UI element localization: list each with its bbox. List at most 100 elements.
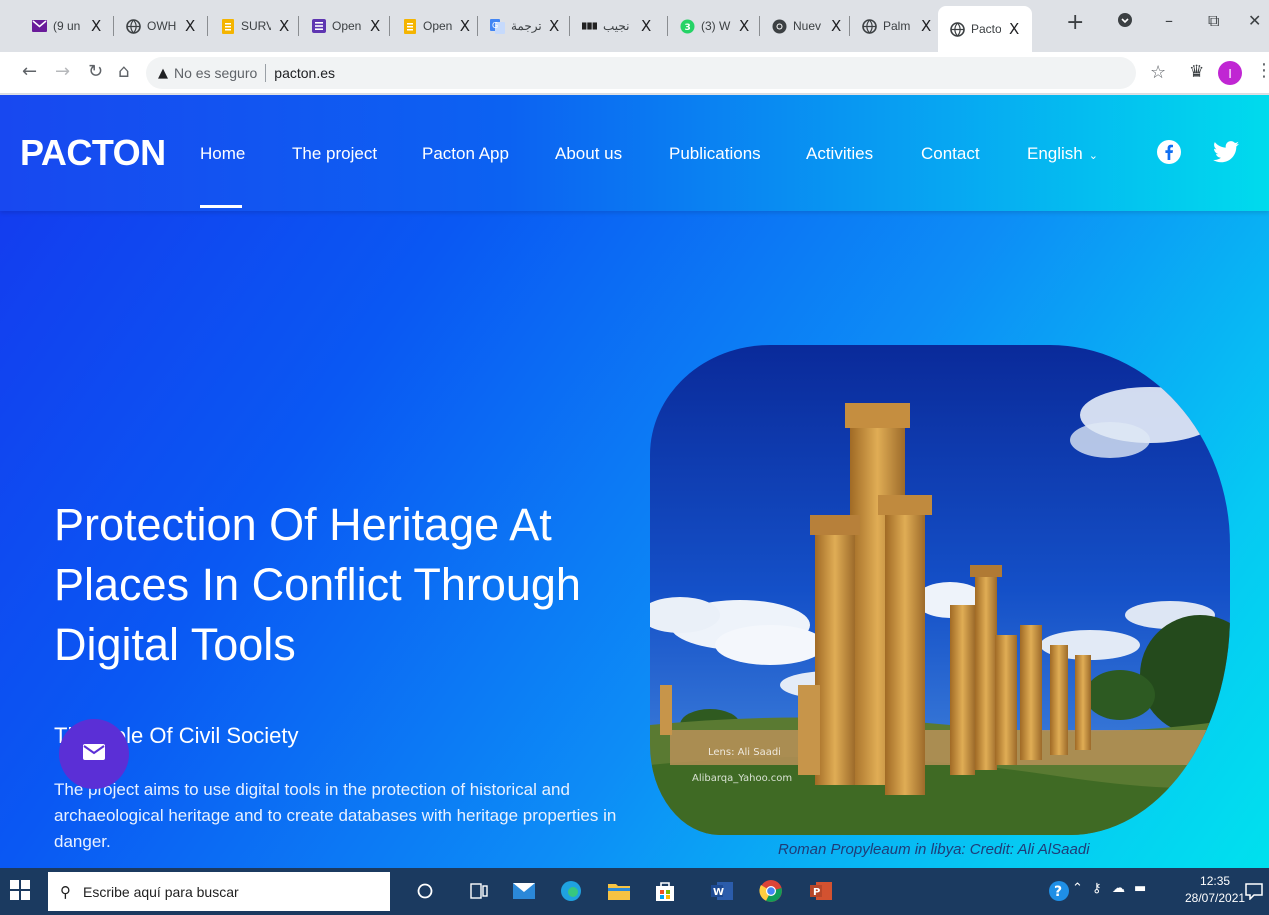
minimize-icon[interactable]: – [1165, 11, 1173, 30]
help-icon[interactable]: ? [1045, 877, 1073, 905]
hero-title: Protection Of Heritage At Places In Conf… [54, 499, 581, 670]
website-viewport: PACTON Home The project Pacton App About… [0, 95, 1269, 868]
tab-gmail[interactable]: (9 un X [20, 8, 110, 44]
facebook-icon[interactable] [1155, 138, 1183, 166]
file-explorer-icon[interactable] [605, 877, 633, 905]
tab-title: ترجمة [511, 19, 541, 33]
url-text[interactable]: pacton.es [274, 65, 335, 81]
bookmark-star-icon[interactable]: ☆ [1150, 62, 1166, 83]
nav-contact[interactable]: Contact [921, 144, 980, 164]
store-icon[interactable] [651, 877, 679, 905]
menu-kebab-icon[interactable]: ⋮ [1255, 60, 1269, 81]
active-nav-indicator [200, 205, 242, 208]
window-close-icon[interactable]: ✕ [1248, 11, 1261, 30]
windows-start-icon[interactable] [10, 880, 30, 905]
tab-survey[interactable]: SURV X [208, 8, 298, 44]
nav-about-us[interactable]: About us [555, 144, 622, 164]
nav-home[interactable]: Home [200, 144, 245, 164]
reload-icon[interactable]: ↻ [88, 61, 103, 82]
hero-image: Lens: Ali Saadi Alibarqa_Yahoo.com [650, 345, 1230, 835]
tab-owh[interactable]: OWH X [114, 8, 206, 44]
tab-open-sheets[interactable]: Open X [299, 8, 389, 44]
svg-text:G: G [492, 21, 498, 30]
new-tab-button[interactable]: + [1066, 10, 1084, 35]
tab-title: (9 un [53, 19, 81, 33]
chevron-up-icon[interactable]: ⌃ [1072, 881, 1083, 896]
extensions-puzzle-icon[interactable]: ♛ [1189, 62, 1204, 82]
nav-the-project[interactable]: The project [292, 144, 377, 164]
site-header: PACTON Home The project Pacton App About… [0, 95, 1269, 211]
warning-icon[interactable]: ▲ [158, 66, 168, 81]
notifications-icon[interactable] [1240, 877, 1268, 905]
tab-bbc[interactable]: نجيب X [570, 8, 666, 44]
tab-pacton-active[interactable]: Pacto X [938, 6, 1032, 52]
svg-text:?: ? [1054, 884, 1062, 900]
search-placeholder: Escribe aquí para buscar [83, 883, 239, 900]
tab-open-forms[interactable]: Open X [390, 8, 476, 44]
close-icon[interactable]: X [183, 17, 195, 35]
powerpoint-icon[interactable]: P [807, 877, 835, 905]
image-watermark: Alibarqa_Yahoo.com [692, 773, 792, 784]
browser-toolbar: ← → ↻ ⌂ ▲ No es seguro pacton.es ☆ ♛ I ⋮ [0, 52, 1269, 94]
site-logo[interactable]: PACTON [20, 132, 166, 174]
svg-text:P: P [813, 887, 820, 898]
language-select[interactable]: English ⌄ [1027, 144, 1098, 164]
tab-search-icon[interactable] [1117, 12, 1133, 32]
tab-title: (3) W [701, 19, 731, 33]
forward-icon[interactable]: → [55, 61, 70, 82]
chrome-icon [772, 19, 787, 34]
twitter-icon[interactable] [1212, 138, 1240, 166]
security-label[interactable]: No es seguro [174, 65, 257, 81]
close-icon[interactable]: X [1007, 20, 1019, 38]
system-clock[interactable]: 12:35 28/07/2021 [1185, 873, 1245, 907]
globe-icon [950, 21, 965, 37]
chrome-taskbar-icon[interactable] [757, 877, 785, 905]
forms-icon [220, 18, 235, 34]
close-icon[interactable]: X [547, 17, 559, 35]
sheets-icon [311, 19, 326, 34]
close-icon[interactable]: X [277, 17, 289, 35]
whatsapp-icon: 3 [680, 19, 695, 34]
back-icon[interactable]: ← [22, 61, 37, 82]
taskbar-search-box[interactable]: ⚲ Escribe aquí para buscar [48, 872, 390, 911]
tab-title: Nuev [793, 19, 822, 33]
home-icon[interactable]: ⌂ [118, 61, 129, 82]
tab-translate[interactable]: G ترجمة X [478, 8, 568, 44]
svg-text:W: W [713, 887, 724, 898]
gmail-icon [32, 19, 47, 34]
close-icon[interactable]: X [89, 17, 101, 35]
close-icon[interactable]: X [458, 17, 470, 35]
envelope-icon [83, 743, 105, 765]
mail-app-icon[interactable] [510, 877, 538, 905]
close-icon[interactable]: X [639, 17, 651, 35]
profile-avatar[interactable]: I [1218, 61, 1242, 85]
contact-mail-button[interactable] [59, 719, 129, 789]
cortana-icon[interactable] [411, 877, 439, 905]
translate-icon: G [490, 18, 505, 34]
close-icon[interactable]: X [919, 17, 931, 35]
nav-publications[interactable]: Publications [669, 144, 761, 164]
address-bar[interactable]: ▲ No es seguro pacton.es [146, 57, 1136, 89]
network-icon[interactable]: ☁ [1112, 881, 1125, 896]
touch-keyboard-icon[interactable]: ⚷ [1092, 881, 1102, 896]
search-icon: ⚲ [60, 882, 71, 901]
tab-palmyra[interactable]: Palm X [850, 8, 938, 44]
nav-pacton-app[interactable]: Pacton App [422, 144, 509, 164]
globe-icon [862, 18, 877, 34]
nav-activities[interactable]: Activities [806, 144, 873, 164]
close-icon[interactable]: X [368, 17, 380, 35]
divider [265, 64, 267, 82]
browser-tab-strip: (9 un X OWH X SURV X Open X Open X G ترج… [0, 0, 1269, 52]
windows-taskbar: ⚲ Escribe aquí para buscar W P ? ⌃ ⚷ ☁ ▬… [0, 868, 1269, 915]
close-icon[interactable]: X [829, 17, 841, 35]
word-icon[interactable]: W [708, 877, 736, 905]
tab-whatsapp[interactable]: 3 (3) W X [668, 8, 758, 44]
battery-icon[interactable]: ▬ [1134, 881, 1146, 896]
task-view-icon[interactable] [465, 877, 493, 905]
tab-new-tab[interactable]: Nuev X [760, 8, 848, 44]
close-icon[interactable]: X [737, 17, 749, 35]
maximize-icon[interactable]: ⧉ [1208, 11, 1219, 31]
language-label: English [1027, 144, 1083, 163]
edge-icon[interactable] [557, 877, 585, 905]
image-caption: Roman Propyleaum in libya: Credit: Ali A… [778, 841, 1090, 858]
